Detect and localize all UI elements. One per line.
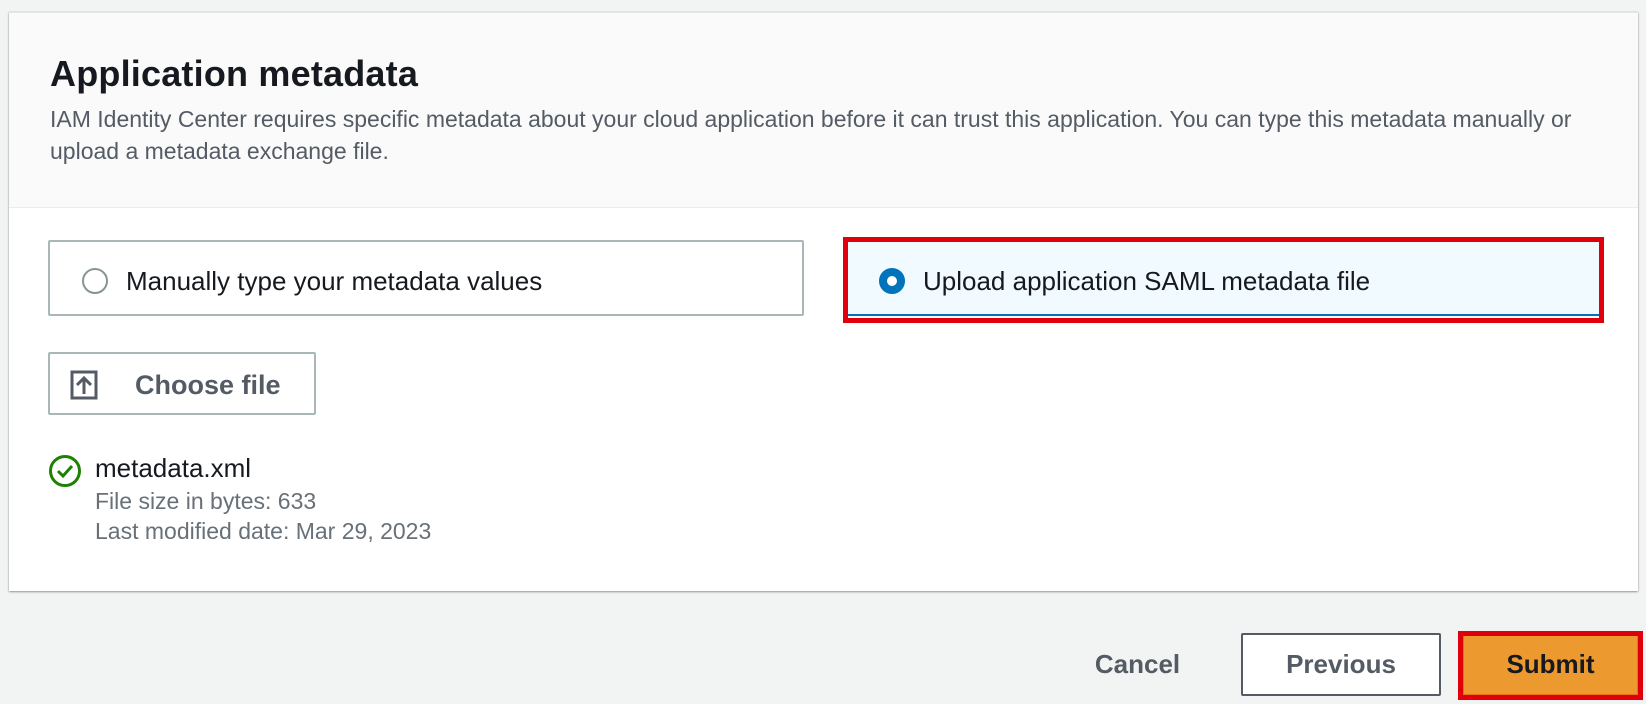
- success-check-icon: [49, 455, 81, 487]
- panel-header: Application metadata IAM Identity Center…: [9, 13, 1638, 208]
- radio-label-upload: Upload application SAML metadata file: [923, 266, 1371, 296]
- file-size: File size in bytes: 633: [95, 488, 317, 514]
- page: Application metadata IAM Identity Center…: [0, 0, 1646, 704]
- radio-button-checked[interactable]: [879, 268, 905, 294]
- radio-button-unchecked[interactable]: [82, 268, 108, 294]
- choose-file-button[interactable]: Choose file: [48, 352, 316, 415]
- previous-button[interactable]: Previous: [1241, 633, 1441, 696]
- upload-icon: [70, 370, 98, 400]
- radio-tile-upload[interactable]: Upload application SAML metadata file: [845, 240, 1601, 316]
- file-name: metadata.xml: [95, 453, 252, 483]
- radio-tile-manual[interactable]: Manually type your metadata values: [48, 240, 804, 316]
- panel-description: IAM Identity Center requires specific me…: [50, 106, 1572, 164]
- panel-title: Application metadata: [50, 53, 419, 94]
- radio-label-manual: Manually type your metadata values: [126, 266, 543, 296]
- submit-button[interactable]: Submit: [1462, 633, 1639, 696]
- choose-file-label: Choose file: [135, 370, 281, 400]
- file-modified-date: Last modified date: Mar 29, 2023: [95, 518, 432, 544]
- cancel-button[interactable]: Cancel: [1075, 633, 1200, 696]
